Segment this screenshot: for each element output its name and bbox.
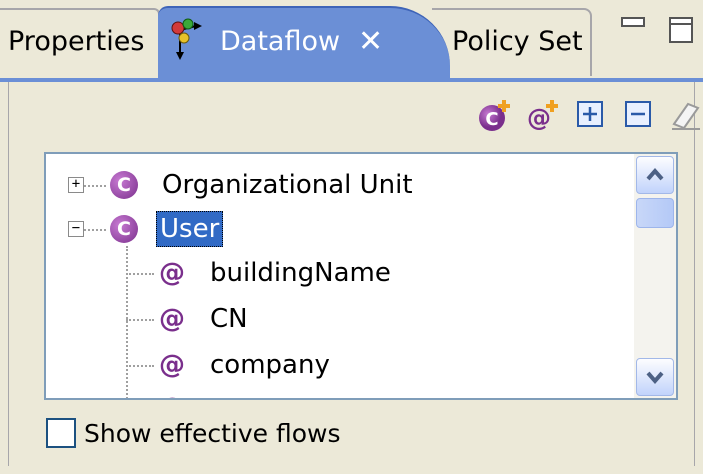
scroll-up-button[interactable] (636, 156, 674, 194)
tree-node[interactable]: @ buildingName (46, 251, 626, 295)
tab-properties-label: Properties (8, 26, 145, 57)
expand-node-icon[interactable]: + (68, 177, 84, 193)
tree-scrollbar[interactable] (634, 154, 676, 398)
scroll-down-button[interactable] (636, 358, 674, 396)
show-effective-flows-label: Show effective flows (84, 419, 341, 448)
chevron-down-icon (646, 371, 664, 385)
tab-dataflow-label: Dataflow (220, 26, 341, 57)
tree-node[interactable]: + C Organizational Unit (46, 163, 626, 207)
attribute-icon: @ (159, 304, 185, 334)
scroll-thumb[interactable] (636, 198, 674, 228)
chevron-up-icon (646, 167, 664, 181)
tab-dataflow[interactable]: Dataflow ✕ (158, 6, 450, 78)
tree-node-label: Organizational Unit (162, 170, 413, 200)
tree-node[interactable]: @ CN (46, 297, 626, 341)
tree-node[interactable]: @ company (46, 343, 626, 387)
attribute-icon: @ (159, 350, 185, 380)
tree-node-partial[interactable]: @ (46, 386, 626, 398)
maximize-icon[interactable] (668, 16, 696, 50)
minimize-icon[interactable] (620, 16, 648, 48)
attribute-icon: @ (159, 258, 185, 288)
expand-all-icon[interactable] (574, 98, 608, 132)
tab-policy-set-label: Policy Set (452, 26, 583, 57)
close-tab-icon[interactable]: ✕ (358, 8, 383, 76)
class-icon: C (110, 215, 138, 243)
tree-node-label: User (156, 211, 224, 247)
add-class-icon[interactable]: C (478, 98, 512, 132)
svg-text:@: @ (527, 104, 551, 132)
eraser-icon[interactable] (668, 98, 702, 132)
view-tab-bar: Properties Policy Set Dataflow ✕ (0, 0, 703, 78)
collapse-node-icon[interactable]: − (68, 221, 84, 237)
add-attribute-icon[interactable]: @ (526, 98, 560, 132)
tree-node-label: buildingName (210, 258, 391, 288)
tab-properties[interactable]: Properties (0, 8, 160, 76)
svg-text:C: C (485, 109, 498, 130)
collapse-all-icon[interactable] (622, 98, 656, 132)
dataflow-tree[interactable]: + C Organizational Unit − C User @ build… (44, 152, 678, 400)
tree-node-label: CN (210, 304, 248, 334)
tree-node-label: company (210, 350, 330, 380)
tree-node[interactable]: − C User (46, 207, 626, 251)
show-effective-flows-checkbox[interactable] (46, 418, 76, 448)
class-icon: C (110, 171, 138, 199)
attribute-icon: @ (158, 394, 186, 398)
tab-policy-set[interactable]: Policy Set (432, 8, 592, 76)
